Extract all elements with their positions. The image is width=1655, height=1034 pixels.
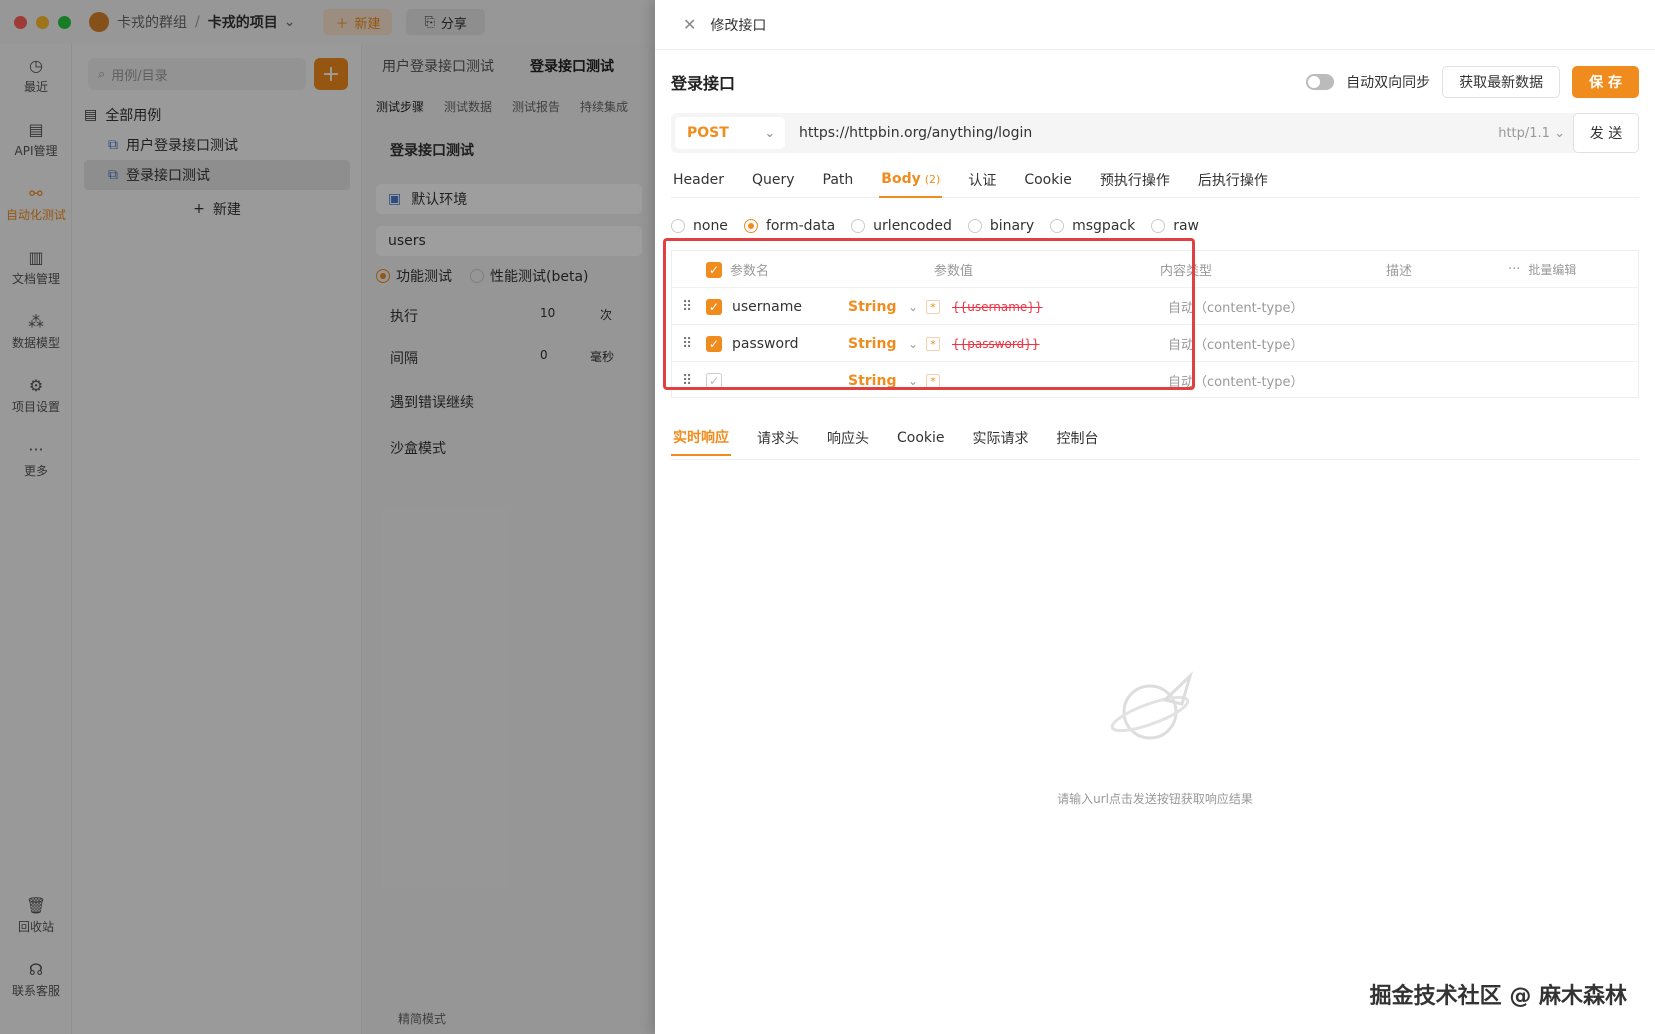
method-select[interactable]: POST ⌄ [675,117,785,149]
radio-icon [743,219,758,233]
modal-overlay[interactable] [0,0,655,1034]
tab-live-response[interactable]: 实时响应 [671,420,731,456]
save-button[interactable]: 保 存 [1572,66,1639,98]
tab-cookie[interactable]: Cookie [1022,162,1074,198]
auto-sync-toggle[interactable] [1306,74,1335,90]
tab-query[interactable]: Query [750,162,797,198]
radio-label: msgpack [1072,218,1136,234]
api-toolbar: 登录接口 自动双向同步 获取最新数据 保 存 [671,64,1639,100]
body-type-urlencoded[interactable]: urlencoded [851,218,952,234]
radio-icon [1151,219,1166,233]
radio-label: raw [1173,218,1199,234]
close-icon[interactable]: ✕ [683,15,696,34]
tab-response-headers[interactable]: 响应头 [825,420,871,456]
empty-response-text: 请输入url点击发送按钮获取响应结果 [1057,792,1253,806]
more-icon: ··· [1508,262,1521,277]
protocol-label: http/1.1 [1498,125,1550,141]
radio-icon [1050,219,1065,233]
drawer-header: ✕ 修改接口 [655,0,1655,50]
chevron-down-icon: ⌄ [1554,125,1565,141]
body-type-msgpack[interactable]: msgpack [1050,218,1135,234]
tab-response-cookie[interactable]: Cookie [895,420,947,456]
tab-header[interactable]: Header [671,162,726,198]
tab-body[interactable]: Body (2) [879,162,943,198]
tab-auth[interactable]: 认证 [966,162,998,198]
batch-edit-label: 批量编辑 [1528,263,1577,277]
header-desc: 描述 [1386,264,1413,279]
body-type-none[interactable]: none [671,218,728,234]
app-window: 卡戎的群组 / 卡戎的项目 ⌄ ＋新建 ⎘ 分享 ◷ 最近 ▤ API管理 ⚯ 自动化测… [0,0,1655,1034]
fetch-latest-button[interactable]: 获取最新数据 [1442,66,1561,98]
radio-icon [967,219,982,233]
request-tabs: Header Query Path Body (2) 认证 Cookie 预执行操… [671,162,1639,198]
tab-body-count: (2) [924,172,941,186]
tab-pre-script[interactable]: 预执行操作 [1098,162,1172,198]
response-tabs: 实时响应 请求头 响应头 Cookie 实际请求 控制台 [671,420,1639,460]
watermark: 掘金技术社区 @ 麻木森林 [1369,984,1627,1009]
edit-api-drawer: ✕ 修改接口 登录接口 自动双向同步 获取最新数据 保 存 POST ⌄ http… [655,0,1655,1034]
batch-edit-button[interactable]: ··· 批量编辑 [1508,251,1576,288]
highlight-box [663,238,1195,390]
send-button[interactable]: 发 送 [1573,113,1639,153]
radio-label: form-data [765,218,836,234]
radio-label: urlencoded [873,218,952,234]
auto-sync-label: 自动双向同步 [1346,75,1431,91]
rocket-planet-icon [1110,671,1193,740]
tab-request-headers[interactable]: 请求头 [755,420,801,456]
body-type-binary[interactable]: binary [967,218,1035,234]
empty-response: 请输入url点击发送按钮获取响应结果 [655,670,1655,807]
method-label: POST [687,125,729,141]
tab-actual-request[interactable]: 实际请求 [971,420,1031,456]
body-type-raw[interactable]: raw [1151,218,1199,234]
radio-icon [851,219,866,233]
protocol-select[interactable]: http/1.1 ⌄ [1498,126,1565,141]
body-type-form-data[interactable]: form-data [743,218,836,234]
tab-console[interactable]: 控制台 [1055,420,1101,456]
api-name: 登录接口 [671,74,736,93]
radio-label: binary [989,218,1035,234]
radio-icon [671,219,685,233]
tab-post-script[interactable]: 后执行操作 [1196,162,1270,198]
drawer-title: 修改接口 [710,17,767,34]
tab-body-label: Body [881,171,921,187]
url-input[interactable]: https://httpbin.org/anything/login [799,125,1032,141]
body-type-radios: none form-data urlencoded binary msgpack… [671,214,1199,238]
chevron-down-icon: ⌄ [764,126,775,140]
radio-label: none [693,218,728,234]
request-url-bar: POST ⌄ https://httpbin.org/anything/login… [671,113,1581,153]
tab-path[interactable]: Path [821,162,856,198]
